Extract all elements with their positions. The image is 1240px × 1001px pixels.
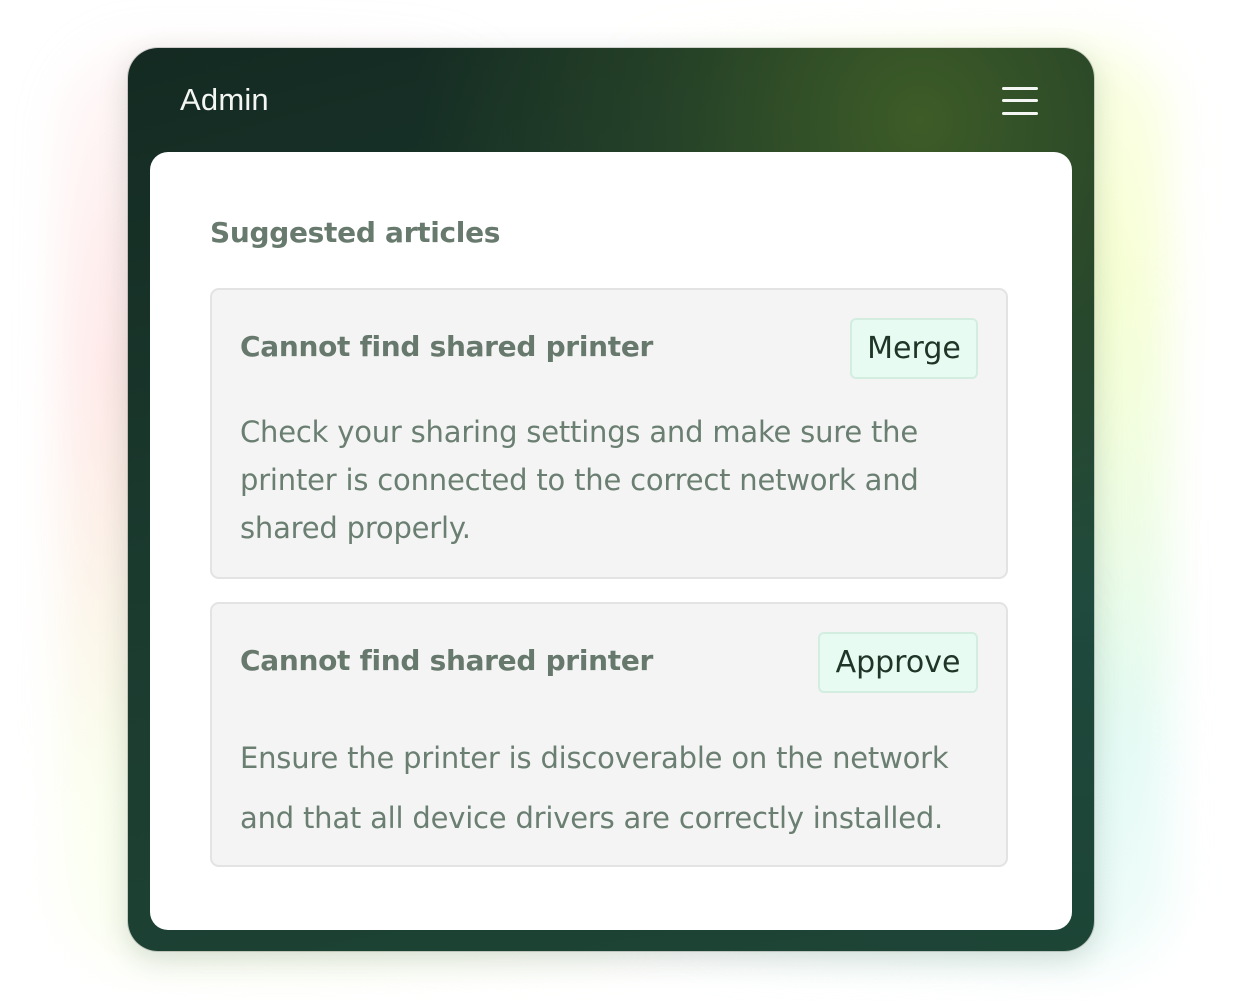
section-title: Suggested articles <box>210 216 501 249</box>
article-body: Ensure the printer is discoverable on th… <box>240 741 949 835</box>
app-title: Admin <box>180 82 269 117</box>
article-title: Cannot find shared printer <box>240 644 654 677</box>
article-card: Cannot find shared printer Approve Ensur… <box>210 602 1008 867</box>
approve-button[interactable]: Approve <box>818 632 978 693</box>
hamburger-menu-icon[interactable] <box>994 82 1046 120</box>
content-panel: Suggested articles Cannot find shared pr… <box>150 152 1072 930</box>
merge-button[interactable]: Merge <box>850 318 978 379</box>
article-title: Cannot find shared printer <box>240 330 654 363</box>
admin-window: Admin Suggested articles Cannot find sha… <box>128 48 1094 951</box>
article-body: Check your sharing settings and make sur… <box>240 415 919 545</box>
article-card: Cannot find shared printer Merge Check y… <box>210 288 1008 579</box>
